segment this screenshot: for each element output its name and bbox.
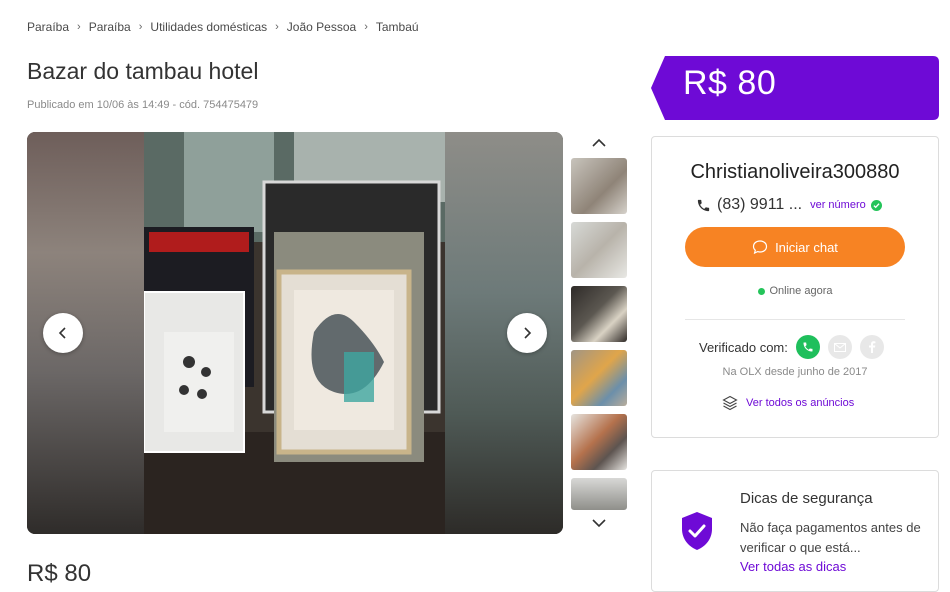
breadcrumb-item-neighborhood[interactable]: Tambaú [376,20,419,34]
price-banner: R$ 80 [651,56,939,120]
breadcrumb-item-city[interactable]: João Pessoa [287,20,356,34]
phone-icon [696,198,711,213]
start-chat-button[interactable]: Iniciar chat [685,227,905,267]
thumbnail-4[interactable] [571,350,627,406]
chat-bubble-icon [752,239,768,255]
safety-title: Dicas de segurança [740,490,873,507]
thumbnail-2[interactable] [571,222,627,278]
arrow-right-icon [524,327,532,339]
phone-row: (83) 9911 ... ver número [696,196,882,214]
page-title: Bazar do tambau hotel [27,58,259,84]
thumbnail-list [571,132,627,534]
chevron-down-icon [592,519,606,528]
see-all-tips-link[interactable]: Ver todas as dicas [740,559,846,574]
show-number-link[interactable]: ver número [810,199,866,211]
arrow-left-icon [58,327,66,339]
chevron-right-icon: › [77,21,81,33]
divider [685,319,905,320]
chevron-right-icon: › [138,21,143,33]
online-label: Online agora [769,285,833,297]
breadcrumb: Paraíba › Paraíba › Utilidades doméstica… [27,20,419,34]
previous-image-button[interactable] [43,313,83,353]
seller-card: Christianoliveira300880 (83) 9911 ... ve… [651,136,939,438]
breadcrumb-item-region[interactable]: Paraíba [89,20,131,34]
safety-text: Não faça pagamentos antes de verificar o… [740,520,921,555]
bottom-price: R$ 80 [27,560,92,587]
thumbnails-down-button[interactable] [585,512,613,534]
verified-row: Verificado com: [699,335,884,359]
thumbnail-5[interactable] [571,414,627,470]
facebook-icon [859,335,884,359]
thumbnail-3[interactable] [571,286,627,342]
email-icon [827,335,852,359]
check-circle-icon [870,199,882,211]
thumbnail-1[interactable] [571,158,627,214]
chevron-right-icon: › [364,21,368,33]
whatsapp-icon [795,335,820,359]
see-all-ads-link[interactable]: Ver todos os anúncios [722,395,854,411]
chevron-up-icon [592,138,606,147]
ad-meta: Publicado em 10/06 às 14:49 - cód. 75447… [27,99,259,111]
thumbnails-up-button[interactable] [585,132,613,154]
safety-tips-card: Dicas de segurança Não faça pagamentos a… [651,470,939,592]
breadcrumb-item-category[interactable]: Utilidades domésticas [150,20,267,34]
thumbnail-6[interactable] [571,478,627,510]
see-all-ads-label: Ver todos os anúncios [746,397,855,409]
shield-check-icon [680,511,714,556]
layers-icon [722,395,738,411]
verified-label: Verificado com: [699,339,788,355]
main-photo[interactable] [144,132,445,534]
seller-name: Christianoliveira300880 [690,161,900,183]
next-image-button[interactable] [507,313,547,353]
member-since: Na OLX desde junho de 2017 [722,366,868,378]
price: R$ 80 [683,64,777,102]
start-chat-label: Iniciar chat [775,239,838,255]
online-status: Online agora [652,285,938,297]
image-gallery [27,132,563,534]
chevron-right-icon: › [275,21,279,33]
phone-number: (83) 9911 ... [717,196,803,213]
breadcrumb-item-state[interactable]: Paraíba [27,20,69,34]
online-dot-icon [757,287,765,295]
